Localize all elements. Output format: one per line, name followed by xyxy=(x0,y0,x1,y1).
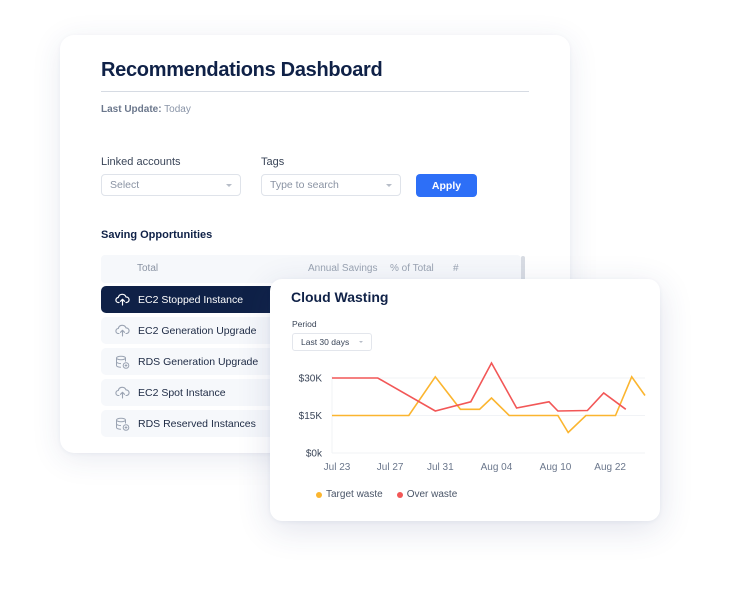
list-item-label: EC2 Generation Upgrade xyxy=(138,324,257,337)
last-update-value: Today xyxy=(164,104,191,115)
chevron-down-icon xyxy=(226,184,232,187)
last-update-label: Last Update: xyxy=(101,104,162,115)
chart-legend: Target waste Over waste xyxy=(316,489,457,500)
legend-dot-over xyxy=(396,491,403,498)
tags-label: Tags xyxy=(261,156,285,168)
linked-accounts-label: Linked accounts xyxy=(101,156,181,168)
linked-accounts-select[interactable]: Select xyxy=(101,174,241,196)
saving-opportunities-title: Saving Opportunities xyxy=(101,229,213,241)
series-line-over-waste[interactable] xyxy=(332,361,627,412)
column-percent-of-total[interactable]: % of Total xyxy=(390,263,434,274)
y-tick-label: $15K xyxy=(299,411,323,422)
series-line-target-waste[interactable] xyxy=(332,375,646,434)
tags-search-input[interactable]: Type to search xyxy=(261,174,401,196)
x-tick-label: Jul 23 xyxy=(324,462,351,473)
x-tick-label: Jul 31 xyxy=(427,462,454,473)
cloud-upload-icon xyxy=(114,386,130,400)
cloud-upload-icon xyxy=(114,324,130,338)
linked-accounts-placeholder: Select xyxy=(110,179,140,191)
page-title: Recommendations Dashboard xyxy=(101,59,383,81)
y-tick-label: $30K xyxy=(299,374,323,385)
list-item-label: RDS Reserved Instances xyxy=(138,417,256,430)
column-count[interactable]: # xyxy=(453,263,459,274)
list-item-label: EC2 Stopped Instance xyxy=(138,293,244,306)
cloud-upload-icon xyxy=(114,293,130,307)
x-tick-label: Aug 22 xyxy=(594,462,626,473)
cloud-wasting-card: Cloud Wasting Period Last 30 days $0k $15… xyxy=(270,279,660,521)
legend-label-target: Target waste xyxy=(326,489,383,500)
cloud-wasting-chart: $0k $15K $30K Jul 23 Jul 27 Jul 31 Aug 04 Aug 1… xyxy=(299,361,646,473)
x-tick-label: Aug 10 xyxy=(540,462,572,473)
legend-dot-target xyxy=(316,491,322,498)
list-item-label: RDS Generation Upgrade xyxy=(138,355,259,368)
last-update: Last Update: Today xyxy=(101,104,191,115)
legend-label-over: Over waste xyxy=(406,489,458,500)
column-annual-savings[interactable]: Annual Savings xyxy=(308,263,378,274)
apply-button[interactable]: Apply xyxy=(416,174,477,197)
database-add-icon xyxy=(114,355,130,369)
list-item-label: EC2 Spot Instance xyxy=(138,386,226,399)
database-add-icon xyxy=(114,417,130,431)
legend-item-target-waste[interactable]: Target waste xyxy=(316,489,383,500)
title-divider xyxy=(101,91,529,92)
y-tick-label: $0k xyxy=(306,449,323,460)
tags-placeholder: Type to search xyxy=(270,179,339,191)
column-total[interactable]: Total xyxy=(137,263,158,274)
legend-item-over-waste[interactable]: Over waste xyxy=(396,489,458,500)
x-tick-label: Aug 04 xyxy=(481,462,513,473)
chevron-down-icon xyxy=(386,184,392,187)
x-tick-label: Jul 27 xyxy=(377,462,404,473)
